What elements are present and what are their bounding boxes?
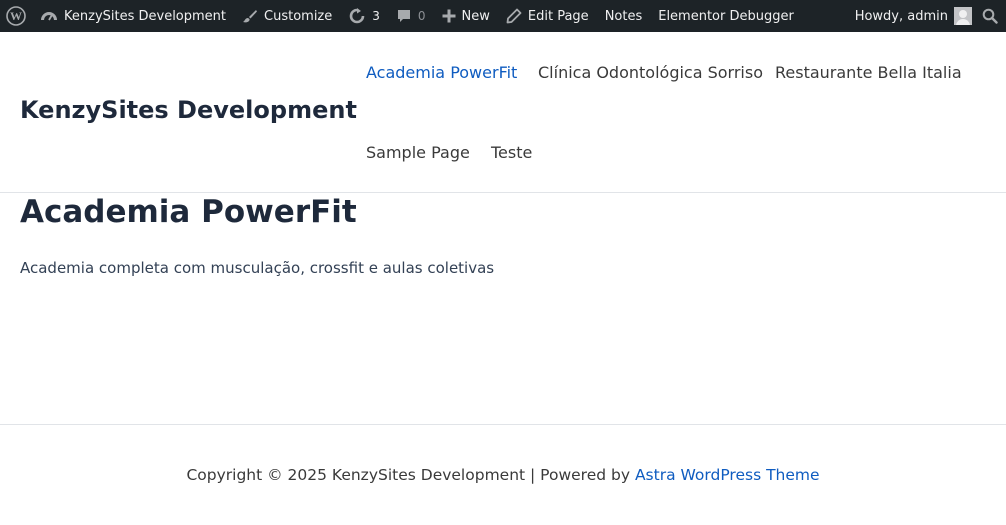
pencil-icon bbox=[506, 8, 522, 24]
wordpress-menu[interactable]: W bbox=[0, 0, 32, 32]
comments-count: 0 bbox=[417, 9, 426, 23]
copyright-text: Copyright © 2025 KenzySites Development … bbox=[186, 466, 635, 484]
page-title: Academia PowerFit bbox=[20, 194, 357, 230]
site-title[interactable]: KenzySites Development bbox=[20, 96, 357, 124]
new-content-menu[interactable]: New bbox=[434, 0, 498, 32]
brush-icon bbox=[242, 8, 258, 24]
notes-link[interactable]: Notes bbox=[597, 0, 651, 32]
plus-icon bbox=[442, 9, 456, 23]
menu-item-academia-powerfit[interactable]: Academia PowerFit bbox=[366, 63, 517, 82]
debugger-label: Elementor Debugger bbox=[658, 8, 794, 24]
admin-search[interactable] bbox=[978, 0, 1006, 32]
theme-link[interactable]: Astra WordPress Theme bbox=[635, 466, 820, 484]
menu-item-teste[interactable]: Teste bbox=[491, 143, 532, 162]
customize-label: Customize bbox=[264, 8, 333, 24]
new-label: New bbox=[461, 8, 490, 24]
comment-icon bbox=[396, 8, 412, 24]
site-footer: Copyright © 2025 KenzySites Development … bbox=[0, 424, 1006, 525]
avatar bbox=[954, 7, 972, 25]
comments-link[interactable]: 0 bbox=[388, 0, 434, 32]
updates-link[interactable]: 3 bbox=[340, 0, 388, 32]
wordpress-logo-icon: W bbox=[6, 6, 26, 26]
updates-count: 3 bbox=[372, 9, 380, 23]
menu-item-clinica-odontologica-sorriso[interactable]: Clínica Odontológica Sorriso bbox=[538, 63, 763, 82]
menu-item-sample-page[interactable]: Sample Page bbox=[366, 143, 470, 162]
site-header: KenzySites Development Academia PowerFit… bbox=[0, 32, 1006, 193]
svg-text:W: W bbox=[10, 9, 22, 23]
edit-page-label: Edit Page bbox=[527, 8, 589, 24]
howdy-label: Howdy, admin bbox=[854, 8, 948, 24]
footer-copyright: Copyright © 2025 KenzySites Development … bbox=[0, 466, 1006, 484]
site-name-label: KenzySites Development bbox=[64, 8, 227, 24]
menu-item-restaurante-bella-italia[interactable]: Restaurante Bella Italia bbox=[775, 63, 962, 82]
notes-label: Notes bbox=[604, 8, 643, 24]
customize-link[interactable]: Customize bbox=[234, 0, 340, 32]
elementor-debugger-link[interactable]: Elementor Debugger bbox=[650, 0, 802, 32]
admin-bar: W KenzySites Development Customize 3 0 N… bbox=[0, 0, 1006, 32]
page-content: Academia completa com musculação, crossf… bbox=[20, 259, 495, 277]
site-name-menu[interactable]: KenzySites Development bbox=[32, 0, 234, 32]
updates-icon bbox=[348, 8, 366, 24]
edit-page-link[interactable]: Edit Page bbox=[498, 0, 597, 32]
dashboard-icon bbox=[40, 8, 58, 24]
search-icon bbox=[982, 8, 998, 24]
my-account-menu[interactable]: Howdy, admin bbox=[849, 0, 978, 32]
